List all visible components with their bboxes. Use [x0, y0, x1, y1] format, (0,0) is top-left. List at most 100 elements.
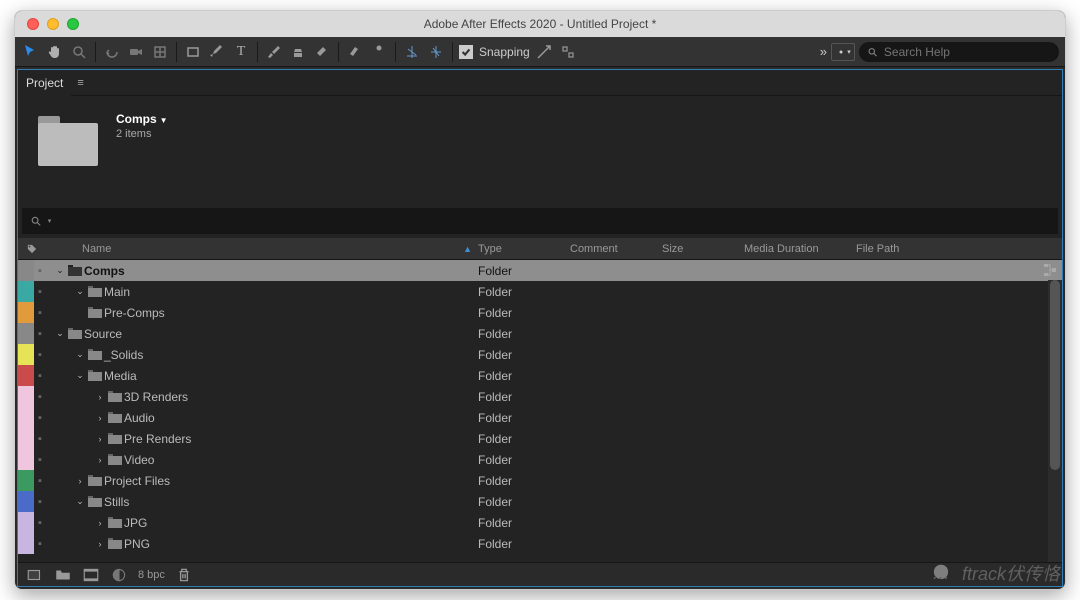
delete-icon[interactable] [175, 566, 193, 584]
item-name[interactable]: _Solids [104, 348, 143, 362]
clone-stamp-tool-icon[interactable] [288, 42, 308, 62]
snapping-toggle[interactable]: Snapping [459, 45, 530, 59]
col-header-name[interactable]: Name▲ [74, 243, 478, 255]
item-name[interactable]: Source [84, 327, 122, 341]
scrollbar-thumb[interactable] [1050, 280, 1060, 470]
item-name[interactable]: Pre Renders [124, 432, 191, 446]
workspace-settings-button[interactable]: ▾ [831, 43, 855, 61]
project-row[interactable]: ▪⌄_SolidsFolder [18, 344, 1062, 365]
hand-tool-icon[interactable] [45, 42, 65, 62]
disclosure-triangle-icon[interactable]: › [94, 434, 106, 444]
disclosure-triangle-icon[interactable]: › [94, 518, 106, 528]
project-items-list[interactable]: ▪⌄CompsFolder▪⌄MainFolder▪Pre-CompsFolde… [18, 260, 1062, 562]
col-header-type[interactable]: Type [478, 243, 570, 255]
row-reveal-button[interactable]: ▪ [34, 349, 46, 361]
disclosure-triangle-icon[interactable]: ⌄ [74, 286, 86, 297]
zoom-tool-icon[interactable] [69, 42, 89, 62]
label-color-swatch[interactable] [18, 491, 34, 512]
disclosure-triangle-icon[interactable]: ⌄ [54, 265, 66, 276]
col-header-file-path[interactable]: File Path [856, 243, 1062, 255]
label-color-swatch[interactable] [18, 281, 34, 302]
row-reveal-button[interactable]: ▪ [34, 517, 46, 529]
col-header-size[interactable]: Size [662, 243, 744, 255]
project-row[interactable]: ▪›Project FilesFolder [18, 470, 1062, 491]
orbit-tool-icon[interactable] [102, 42, 122, 62]
disclosure-triangle-icon[interactable]: › [94, 413, 106, 423]
item-name[interactable]: Media [104, 369, 137, 383]
pan-behind-tool-icon[interactable] [150, 42, 170, 62]
search-help-input[interactable] [884, 45, 1051, 59]
type-tool-icon[interactable]: T [231, 42, 251, 62]
snap-to-edges-icon[interactable] [534, 42, 554, 62]
label-color-swatch[interactable] [18, 470, 34, 491]
new-adjustment-icon[interactable] [110, 566, 128, 584]
row-reveal-button[interactable]: ▪ [34, 433, 46, 445]
pen-tool-icon[interactable] [207, 42, 227, 62]
item-name[interactable]: 3D Renders [124, 390, 188, 404]
item-name[interactable]: Stills [104, 495, 129, 509]
item-name[interactable]: JPG [124, 516, 147, 530]
row-reveal-button[interactable]: ▪ [34, 286, 46, 298]
project-row[interactable]: ▪Pre-CompsFolder [18, 302, 1062, 323]
disclosure-triangle-icon[interactable]: › [94, 392, 106, 402]
project-row[interactable]: ▪⌄StillsFolder [18, 491, 1062, 512]
vertical-scrollbar[interactable] [1048, 280, 1062, 562]
label-color-swatch[interactable] [18, 365, 34, 386]
preview-name[interactable]: Comps [116, 112, 168, 126]
project-row[interactable]: ▪›VideoFolder [18, 449, 1062, 470]
roto-brush-tool-icon[interactable] [345, 42, 365, 62]
project-row[interactable]: ▪›3D RendersFolder [18, 386, 1062, 407]
label-color-swatch[interactable] [18, 512, 34, 533]
label-color-swatch[interactable] [18, 428, 34, 449]
project-row[interactable]: ▪›AudioFolder [18, 407, 1062, 428]
project-row[interactable]: ▪›Pre RendersFolder [18, 428, 1062, 449]
item-name[interactable]: Project Files [104, 474, 170, 488]
label-color-swatch[interactable] [18, 344, 34, 365]
row-reveal-button[interactable]: ▪ [34, 391, 46, 403]
item-name[interactable]: Video [124, 453, 154, 467]
disclosure-triangle-icon[interactable]: ⌄ [74, 370, 86, 381]
disclosure-triangle-icon[interactable]: ⌄ [74, 349, 86, 360]
row-reveal-button[interactable]: ▪ [34, 496, 46, 508]
item-name[interactable]: Pre-Comps [104, 306, 165, 320]
camera-tool-icon[interactable] [126, 42, 146, 62]
item-name[interactable]: Comps [84, 264, 125, 278]
new-folder-icon[interactable] [54, 566, 72, 584]
snap-collapse-icon[interactable] [558, 42, 578, 62]
row-reveal-button[interactable]: ▪ [34, 412, 46, 424]
row-reveal-button[interactable]: ▪ [34, 307, 46, 319]
world-axis-icon[interactable] [426, 42, 446, 62]
label-color-swatch[interactable] [18, 302, 34, 323]
project-row[interactable]: ▪⌄MediaFolder [18, 365, 1062, 386]
label-color-swatch[interactable] [18, 533, 34, 554]
flowchart-view-icon[interactable] [1042, 262, 1058, 278]
label-color-swatch[interactable] [18, 449, 34, 470]
selection-tool-icon[interactable] [21, 42, 41, 62]
project-row[interactable]: ▪›JPGFolder [18, 512, 1062, 533]
disclosure-triangle-icon[interactable]: › [74, 476, 86, 486]
row-reveal-button[interactable]: ▪ [34, 328, 46, 340]
disclosure-triangle-icon[interactable]: › [94, 455, 106, 465]
eraser-tool-icon[interactable] [312, 42, 332, 62]
item-name[interactable]: Main [104, 285, 130, 299]
panel-menu-icon[interactable]: ≡ [71, 77, 89, 89]
disclosure-triangle-icon[interactable]: ⌄ [74, 496, 86, 507]
item-name[interactable]: Audio [124, 411, 155, 425]
row-reveal-button[interactable]: ▪ [34, 475, 46, 487]
col-tag-icon[interactable] [18, 244, 46, 254]
disclosure-triangle-icon[interactable]: › [94, 539, 106, 549]
snapping-checkbox[interactable] [459, 45, 473, 59]
label-color-swatch[interactable] [18, 260, 34, 281]
expand-toolbar-icon[interactable]: » [820, 44, 827, 59]
row-reveal-button[interactable]: ▪ [34, 538, 46, 550]
new-comp-icon[interactable] [82, 566, 100, 584]
project-search[interactable]: ▾ [22, 208, 1058, 234]
col-header-comment[interactable]: Comment [570, 243, 662, 255]
puppet-pin-tool-icon[interactable] [369, 42, 389, 62]
project-row[interactable]: ▪⌄MainFolder [18, 281, 1062, 302]
disclosure-triangle-icon[interactable]: ⌄ [54, 328, 66, 339]
item-name[interactable]: PNG [124, 537, 150, 551]
local-axis-icon[interactable] [402, 42, 422, 62]
label-color-swatch[interactable] [18, 407, 34, 428]
bit-depth-button[interactable]: 8 bpc [138, 569, 165, 581]
